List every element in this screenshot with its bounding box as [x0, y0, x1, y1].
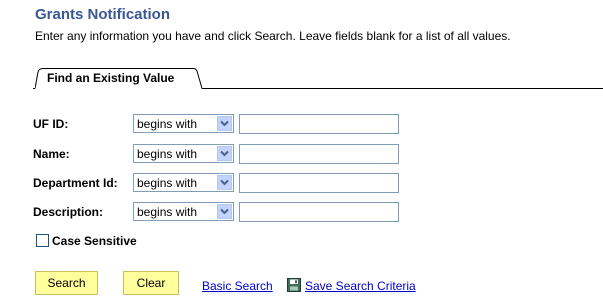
uf-id-operator-select[interactable]: begins with [133, 114, 234, 133]
description-label: Description: [33, 205, 104, 219]
description-input[interactable] [239, 202, 399, 222]
floppy-disk-icon[interactable] [287, 278, 301, 292]
description-operator-value: begins with [137, 205, 198, 219]
instructions-text: Enter any information you have and click… [35, 29, 511, 43]
search-page: Grants Notification Enter any informatio… [0, 0, 603, 303]
uf-id-input[interactable] [239, 114, 399, 134]
chevron-down-icon[interactable] [217, 204, 232, 219]
clear-button[interactable]: Clear [123, 271, 179, 295]
chevron-down-icon[interactable] [217, 146, 232, 161]
save-search-criteria-link[interactable]: Save Search Criteria [305, 279, 416, 293]
basic-search-link[interactable]: Basic Search [202, 279, 273, 293]
uf-id-label: UF ID: [33, 117, 69, 131]
search-button[interactable]: Search [35, 271, 98, 295]
department-id-operator-select[interactable]: begins with [133, 173, 234, 192]
chevron-down-icon[interactable] [217, 116, 232, 131]
case-sensitive-label: Case Sensitive [52, 234, 137, 248]
tab-label: Find an Existing Value [47, 71, 175, 85]
name-operator-select[interactable]: begins with [133, 144, 234, 163]
page-title: Grants Notification [35, 6, 171, 23]
chevron-down-icon[interactable] [217, 175, 232, 190]
tab-divider-right [202, 88, 603, 89]
case-sensitive-checkbox[interactable] [36, 234, 49, 247]
tab-find-existing-value[interactable]: Find an Existing Value [35, 68, 205, 89]
name-operator-value: begins with [137, 147, 198, 161]
department-id-operator-value: begins with [137, 176, 198, 190]
department-id-input[interactable] [239, 173, 399, 193]
uf-id-operator-value: begins with [137, 117, 198, 131]
department-id-label: Department Id: [33, 176, 118, 190]
name-label: Name: [33, 147, 70, 161]
description-operator-select[interactable]: begins with [133, 202, 234, 221]
name-input[interactable] [239, 144, 399, 164]
